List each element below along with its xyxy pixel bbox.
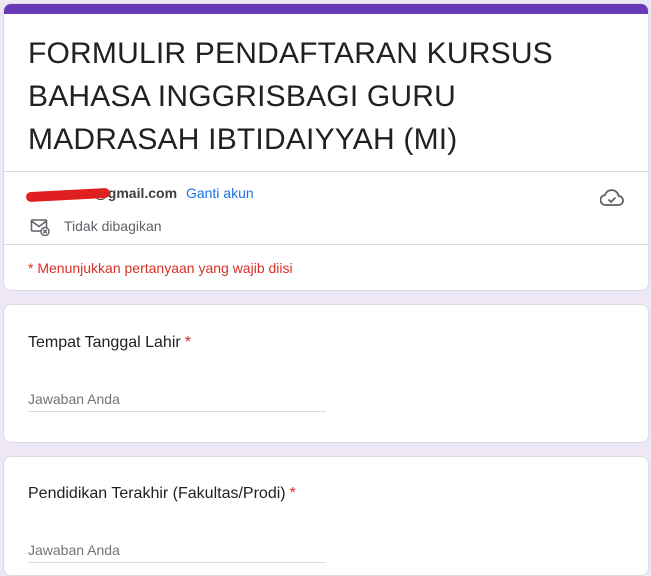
required-asterisk: *	[184, 334, 191, 351]
answer-input[interactable]	[28, 387, 326, 412]
question-label: Pendidikan Terakhir (Fakultas/Prodi)	[28, 485, 286, 502]
question-title: Tempat Tanggal Lahir *	[28, 334, 191, 352]
form-header-card: FORMULIR PENDAFTARAN KURSUS BAHASA INGGR…	[3, 3, 649, 291]
switch-account-link[interactable]: Ganti akun	[186, 185, 254, 201]
question-label: Tempat Tanggal Lahir	[28, 334, 181, 351]
divider	[4, 171, 648, 172]
sharing-status-label: Tidak dibagikan	[64, 218, 162, 234]
accent-bar	[4, 4, 648, 14]
sharing-status: Tidak dibagikan	[30, 216, 162, 236]
question-card: Tempat Tanggal Lahir *	[3, 304, 649, 443]
cloud-check-icon[interactable]	[600, 187, 624, 209]
question-card: Pendidikan Terakhir (Fakultas/Prodi) *	[3, 456, 649, 576]
divider	[4, 244, 648, 245]
account-email: zulfikasury@gmail.com	[25, 185, 177, 203]
mail-not-shared-icon	[30, 219, 50, 236]
required-asterisk: *	[289, 485, 296, 502]
answer-input[interactable]	[28, 538, 326, 563]
account-row: zulfikasury@gmail.com Ganti akun	[25, 185, 254, 203]
question-title: Pendidikan Terakhir (Fakultas/Prodi) *	[28, 485, 296, 503]
form-title: FORMULIR PENDAFTARAN KURSUS BAHASA INGGR…	[28, 37, 553, 156]
required-note: * Menunjukkan pertanyaan yang wajib diis…	[28, 260, 293, 276]
